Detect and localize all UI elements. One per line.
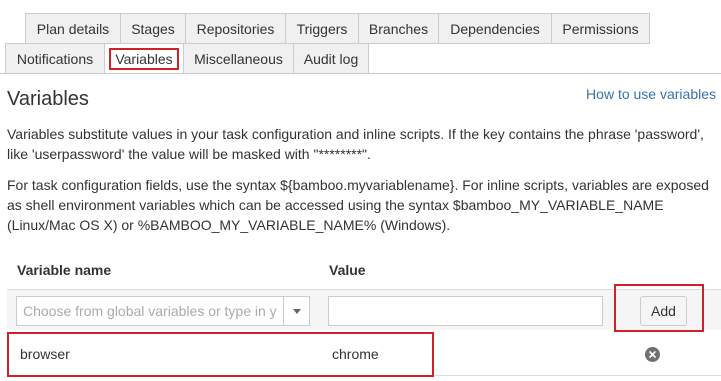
- chevron-down-icon: [292, 308, 301, 314]
- description-masking: Variables substitute values in your task…: [7, 126, 704, 162]
- tab-label: Dependencies: [450, 20, 540, 37]
- tab-label: Branches: [368, 20, 429, 37]
- variable-name-cell: browser: [20, 346, 70, 362]
- tab-branches[interactable]: Branches: [358, 13, 439, 44]
- page-title: Variables: [7, 88, 89, 110]
- add-variable-button[interactable]: Add: [640, 296, 687, 326]
- close-icon: [649, 351, 656, 358]
- variable-value-input[interactable]: [328, 296, 603, 326]
- tab-label: Permissions: [562, 20, 639, 37]
- variable-name-dropdown-toggle[interactable]: [283, 297, 309, 325]
- tab-label: Plan details: [36, 20, 110, 37]
- variable-value-cell: chrome: [332, 346, 379, 362]
- tab-miscellaneous[interactable]: Miscellaneous: [183, 43, 294, 74]
- tab-label: Triggers: [296, 20, 348, 37]
- tab-label: Stages: [131, 20, 175, 37]
- tab-audit-log[interactable]: Audit log: [293, 43, 369, 74]
- tab-label: Audit log: [303, 50, 359, 67]
- tab-variables[interactable]: Variables: [104, 43, 184, 74]
- column-header-variable-name: Variable name: [17, 262, 112, 278]
- tab-label: Notifications: [16, 50, 94, 67]
- tabs-divider: [0, 73, 721, 74]
- remove-variable-icon[interactable]: [645, 347, 660, 362]
- tab-notifications[interactable]: Notifications: [5, 43, 105, 74]
- tab-permissions[interactable]: Permissions: [551, 13, 650, 44]
- tab-repositories[interactable]: Repositories: [185, 13, 286, 44]
- tab-dependencies[interactable]: Dependencies: [438, 13, 552, 44]
- variable-name-input[interactable]: [17, 297, 283, 325]
- tab-triggers[interactable]: Triggers: [285, 13, 359, 44]
- description-syntax: For task configuration fields, use the s…: [7, 177, 709, 233]
- variable-name-combobox: [16, 296, 310, 326]
- tab-stages[interactable]: Stages: [120, 13, 186, 44]
- column-header-value: Value: [329, 262, 366, 278]
- tab-label: Repositories: [196, 20, 275, 37]
- help-link[interactable]: How to use variables: [586, 86, 716, 102]
- tab-label: Variables: [109, 47, 179, 70]
- tab-plan-details[interactable]: Plan details: [25, 13, 121, 44]
- tab-label: Miscellaneous: [194, 50, 283, 67]
